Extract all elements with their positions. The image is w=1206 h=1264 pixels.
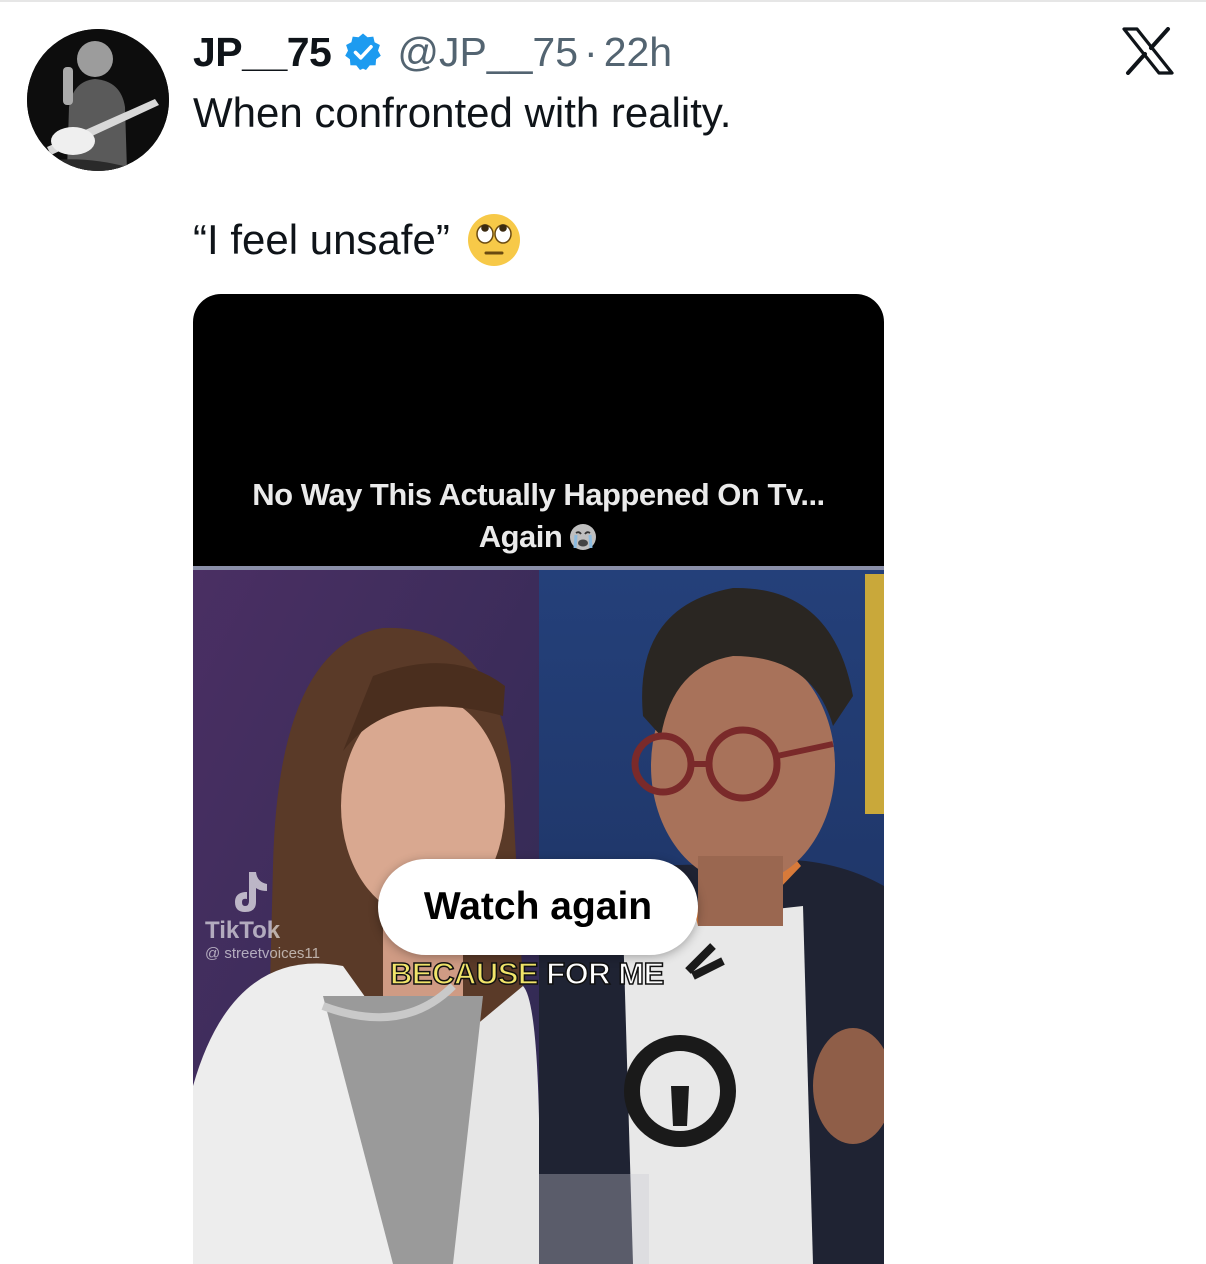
video-player[interactable]: No Way This Actually Happened On Tv... A… <box>193 294 884 1264</box>
tweet-text-line2-row: “I feel unsafe” <box>193 212 522 268</box>
top-divider <box>0 0 1206 2</box>
tweet-header: JP__75 @JP__75 · 22h <box>193 24 672 80</box>
video-caption: No Way This Actually Happened On Tv... A… <box>193 474 884 558</box>
verified-badge-icon <box>345 33 382 70</box>
avatar[interactable] <box>27 29 169 171</box>
timestamp[interactable]: 22h <box>604 29 672 76</box>
tiktok-watermark: TikTok @ streetvoices11 <box>205 866 320 962</box>
tiktok-logo-icon <box>235 872 267 912</box>
tweet-text-line1: When confronted with reality. <box>193 89 732 136</box>
video-subtitle: BECAUSE FOR ME <box>389 955 665 992</box>
crying-face-emoji-icon <box>570 524 597 550</box>
x-logo-icon[interactable] <box>1122 27 1174 75</box>
rolling-eyes-emoji-icon <box>467 214 520 266</box>
separator-dot: · <box>584 28 598 75</box>
watch-again-button[interactable]: Watch again <box>378 859 698 955</box>
tiktok-watermark-user: @ streetvoices11 <box>205 945 320 962</box>
subtitle-rest: FOR ME <box>538 955 665 992</box>
display-name[interactable]: JP__75 <box>193 29 332 76</box>
tiktok-watermark-app: TikTok <box>205 917 281 944</box>
tweet-text-line2: “I feel unsafe” <box>193 216 450 263</box>
handle[interactable]: @JP__75 <box>397 29 578 76</box>
video-caption-line2: Again <box>478 519 563 554</box>
subtitle-highlight: BECAUSE <box>389 955 539 992</box>
video-caption-line1: No Way This Actually Happened On Tv... <box>252 477 825 512</box>
